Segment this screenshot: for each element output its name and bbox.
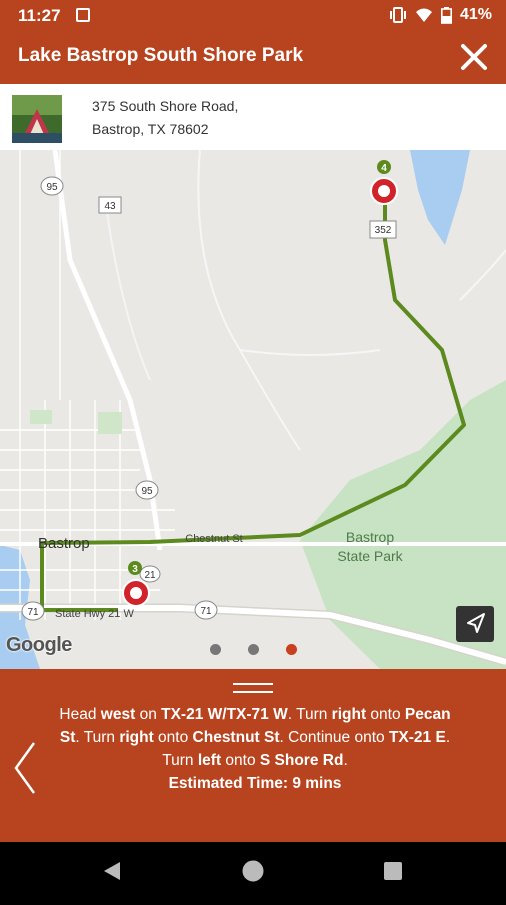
image-notification-icon [76,8,90,22]
address-line-1: 375 South Shore Road, [92,98,239,114]
page-dot-1[interactable] [210,644,221,655]
svg-text:95: 95 [46,182,58,193]
estimated-time: Estimated Time: 9 mins [168,775,342,792]
marker-end-icon [378,185,390,197]
svg-text:71: 71 [27,607,39,618]
system-nav-bar [0,842,506,900]
chevron-left-icon [14,742,36,794]
status-bar: 11:27 41% [0,0,506,30]
svg-text:95: 95 [141,486,153,497]
close-icon [461,44,487,70]
small-park [98,412,122,434]
recents-icon[interactable] [384,862,402,880]
drag-handle[interactable] [233,683,273,693]
route-marker-end[interactable]: 4 [370,160,398,205]
location-thumbnail [12,95,62,143]
back-icon[interactable] [104,862,120,880]
svg-text:4: 4 [381,163,387,174]
navigation-arrow-icon [467,613,485,633]
close-button[interactable] [456,39,492,75]
park-label-line1: Bastrop [346,529,394,545]
small-park [30,410,52,424]
highway-95-mid-shield: 95 [135,480,159,500]
battery-percent: 41% [459,6,492,23]
highway-43-shield: 43 [98,196,122,214]
home-icon[interactable] [242,860,264,882]
status-time: 11:27 [18,6,61,25]
page-dot-3-active[interactable] [286,644,297,655]
directions-text: Head west on TX-21 W/TX-71 W. Turn right… [59,706,451,792]
title-bar: Lake Bastrop South Shore Park [0,30,506,84]
state-hwy-label: State Hwy 21 W [55,608,134,620]
address-line-2: Bastrop, TX 78602 [92,121,209,137]
wifi-icon [415,8,432,22]
page-title: Lake Bastrop South Shore Park [18,45,304,66]
map-canvas: 95 43 352 95 21 71 71 Chestnut St State … [0,150,506,669]
highway-71-left-shield: 71 [21,601,45,621]
svg-text:352: 352 [375,225,392,236]
my-location-button[interactable] [456,606,494,642]
previous-step-button[interactable] [12,741,42,795]
page-indicator [0,644,506,658]
park-label-line2: State Park [337,548,403,564]
directions-panel: Head west on TX-21 W/TX-71 W. Turn right… [0,669,506,842]
vibrate-icon [389,7,406,23]
page-dot-2[interactable] [248,644,259,655]
highway-71-right-shield: 71 [194,600,218,620]
marker-start-icon [130,587,142,599]
svg-text:43: 43 [104,201,116,212]
highway-95-top-shield: 95 [40,176,64,196]
status-right: 41% [389,6,492,24]
map-view[interactable]: 95 43 352 95 21 71 71 Chestnut St State … [0,150,506,669]
address-card[interactable]: 375 South Shore Road, Bastrop, TX 78602 [0,84,506,152]
svg-text:71: 71 [200,606,212,617]
lake-water [410,150,470,245]
highway-21-shield: 21 [139,565,161,583]
svg-text:21: 21 [144,570,156,581]
chestnut-st-label: Chestnut St [185,533,242,545]
svg-text:3: 3 [132,564,138,575]
highway-352-shield: 352 [369,220,397,239]
battery-icon [440,6,452,24]
bastrop-town-label: Bastrop [38,535,90,552]
